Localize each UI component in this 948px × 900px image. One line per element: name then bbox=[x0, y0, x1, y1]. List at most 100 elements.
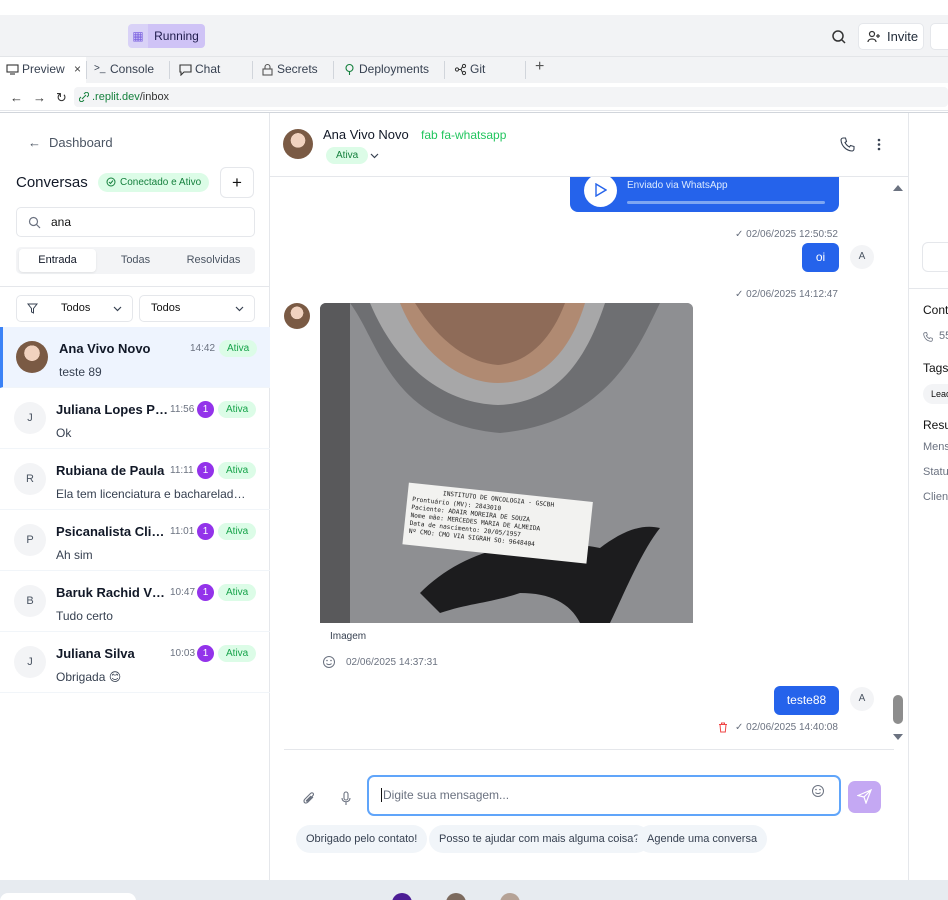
forward-arrow-icon[interactable]: → bbox=[33, 90, 46, 105]
paperclip-icon[interactable] bbox=[302, 791, 316, 806]
segment-todas[interactable]: Todas bbox=[97, 249, 174, 272]
tab-preview[interactable]: Preview × bbox=[0, 57, 86, 83]
tab-separator bbox=[86, 61, 87, 79]
segment-entrada[interactable]: Entrada bbox=[19, 249, 96, 272]
status-badge: Ativa bbox=[218, 523, 257, 540]
monitor-icon bbox=[6, 64, 19, 75]
new-tab-icon[interactable]: + bbox=[535, 58, 544, 76]
play-button[interactable] bbox=[584, 177, 617, 207]
conversation-preview: teste 89 bbox=[59, 365, 102, 379]
contact-details-panel: Cont 55 Tags Lead Resu Mens Statu Clien bbox=[908, 113, 948, 881]
tab-separator bbox=[333, 61, 334, 79]
conversation-name: Ana Vivo Novo bbox=[59, 341, 151, 356]
quick-reply-button[interactable]: Posso te ajudar com mais alguma coisa? bbox=[429, 825, 650, 853]
run-status-button[interactable]: Running bbox=[148, 24, 205, 48]
tag-chip[interactable]: Lead bbox=[923, 384, 948, 404]
unread-count-badge: 1 bbox=[197, 645, 214, 662]
extra-toolbar-button[interactable] bbox=[930, 23, 948, 50]
microphone-icon[interactable] bbox=[340, 791, 352, 806]
search-icon[interactable] bbox=[830, 28, 848, 46]
chat-bubble-icon bbox=[179, 64, 192, 76]
channel-label: fab fa-whatsapp bbox=[421, 128, 507, 142]
trash-icon[interactable] bbox=[718, 722, 728, 733]
taskbar-window[interactable] bbox=[0, 893, 136, 900]
conversation-time: 10:03 bbox=[170, 648, 196, 659]
scrollbar[interactable] bbox=[889, 177, 908, 749]
conversation-item[interactable]: B Baruk Rachid Via... 10:47 1 Ativa Tudo… bbox=[0, 571, 270, 632]
url-path: /inbox bbox=[139, 91, 170, 103]
close-icon[interactable]: × bbox=[74, 57, 81, 81]
tab-deployments[interactable]: Deployments bbox=[337, 57, 445, 83]
conversation-item[interactable]: Ana Vivo Novo 14:42 Ativa teste 89 bbox=[0, 327, 270, 388]
status-badge: Ativa bbox=[218, 584, 257, 601]
tab-console[interactable]: >_ Console bbox=[88, 57, 168, 83]
inbox-segment-control: Entrada Todas Resolvidas bbox=[16, 247, 255, 274]
tab-label: Preview bbox=[22, 62, 65, 76]
chat-pane: Ana Vivo Novo fab fa-whatsapp Ativa Envi… bbox=[270, 113, 908, 881]
smile-icon[interactable] bbox=[322, 655, 336, 669]
contact-avatar bbox=[283, 129, 313, 159]
quick-reply-button[interactable]: Agende uma conversa bbox=[637, 825, 768, 853]
conversation-item[interactable]: J Juliana Lopes Psi... 11:56 1 Ativa Ok bbox=[0, 388, 270, 449]
segment-resolvidas[interactable]: Resolvidas bbox=[175, 249, 252, 272]
new-conversation-button[interactable]: + bbox=[220, 167, 254, 198]
quick-reply-button[interactable]: Obrigado pelo contato! bbox=[296, 825, 428, 853]
phone-icon[interactable] bbox=[840, 137, 855, 152]
url-field[interactable]: .replit.dev/inbox bbox=[74, 87, 948, 107]
status-filter-select[interactable]: Todos bbox=[16, 295, 133, 322]
more-options-icon[interactable] bbox=[876, 137, 882, 152]
avatar: J bbox=[14, 646, 46, 678]
contact-action-button[interactable] bbox=[922, 242, 948, 272]
tab-secrets[interactable]: Secrets bbox=[255, 57, 335, 83]
contact-name: Ana Vivo Novo bbox=[323, 127, 409, 142]
avatar: J bbox=[14, 402, 46, 434]
conversation-name: Juliana Silva bbox=[56, 646, 135, 661]
back-label: Dashboard bbox=[49, 135, 113, 150]
audio-caption: Enviado via WhatsApp bbox=[627, 180, 728, 191]
image-attachment[interactable]: INSTITUTO DE ONCOLOGIA - GSCBH Prontuári… bbox=[320, 303, 693, 623]
message-input[interactable]: Digite sua mensagem... bbox=[367, 775, 841, 816]
contact-heading: Cont bbox=[923, 303, 948, 317]
chevron-down-icon[interactable] bbox=[370, 151, 379, 160]
send-button[interactable] bbox=[848, 781, 881, 813]
search-input[interactable]: ana bbox=[16, 207, 255, 237]
conversation-preview: Ela tem licenciatura e bacharelado e... bbox=[56, 487, 252, 501]
filter-value: Todos bbox=[151, 302, 181, 314]
check-circle-icon bbox=[106, 177, 116, 187]
scroll-down-icon[interactable] bbox=[892, 733, 904, 742]
tab-chat[interactable]: Chat bbox=[173, 57, 253, 83]
scroll-up-icon[interactable] bbox=[892, 183, 904, 192]
invite-button[interactable]: Invite bbox=[858, 23, 924, 50]
add-user-icon bbox=[867, 30, 880, 43]
conversation-item[interactable]: P Psicanalista Clini... 11:01 1 Ativa Ah… bbox=[0, 510, 270, 571]
summary-row: Clien bbox=[923, 491, 948, 503]
back-to-dashboard-link[interactable]: ← Dashboard bbox=[28, 135, 113, 150]
conversation-status-badge[interactable]: Ativa bbox=[326, 147, 369, 164]
run-grid-icon[interactable]: ▦ bbox=[128, 24, 148, 48]
git-branch-icon bbox=[454, 63, 467, 76]
sidebar-divider bbox=[0, 286, 270, 287]
emoji-icon[interactable] bbox=[811, 784, 825, 798]
message-placeholder: Digite sua mensagem... bbox=[381, 788, 510, 802]
contact-phone: 55 bbox=[939, 330, 948, 342]
composer-divider bbox=[284, 749, 894, 750]
agent-filter-select[interactable]: Todos bbox=[139, 295, 255, 322]
conversation-item[interactable]: R Rubiana de Paula 11:11 1 Ativa Ela tem… bbox=[0, 449, 270, 510]
conversations-title: Conversas bbox=[16, 174, 88, 191]
audio-progress-bar[interactable] bbox=[627, 201, 825, 204]
outgoing-message: oi bbox=[802, 243, 839, 272]
reload-icon[interactable]: ↻ bbox=[56, 90, 67, 106]
message-list: Enviado via WhatsApp ✓ 02/06/2025 12:50:… bbox=[270, 177, 908, 749]
window-top-strip bbox=[0, 0, 948, 15]
unread-count-badge: 1 bbox=[197, 401, 214, 418]
send-icon bbox=[857, 789, 872, 804]
scrollbar-thumb[interactable] bbox=[893, 695, 903, 724]
chevron-down-icon bbox=[113, 306, 122, 312]
avatar bbox=[16, 341, 48, 373]
conversation-preview: Obrigada 😊 bbox=[56, 670, 122, 684]
back-arrow-icon[interactable]: ← bbox=[10, 90, 23, 105]
tab-git[interactable]: Git bbox=[448, 57, 526, 83]
conversation-time: 10:47 bbox=[170, 587, 196, 598]
conversation-name: Psicanalista Clini... bbox=[56, 524, 168, 539]
conversation-item[interactable]: J Juliana Silva 10:03 1 Ativa Obrigada 😊 bbox=[0, 632, 270, 693]
